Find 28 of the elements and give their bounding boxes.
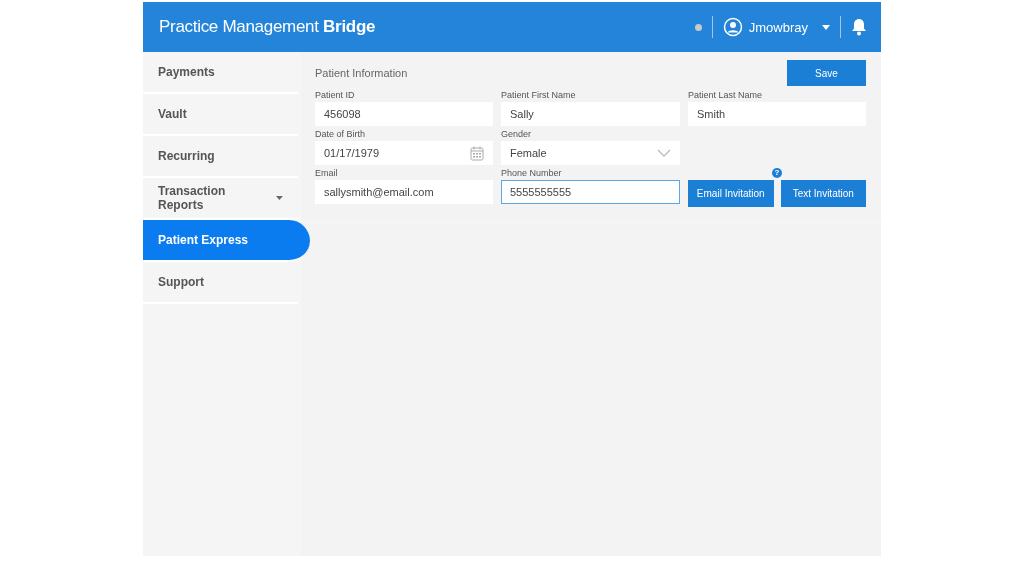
gender-dropdown[interactable]: Female xyxy=(501,141,680,165)
notification-bell-icon[interactable] xyxy=(851,18,867,36)
save-button[interactable]: Save xyxy=(787,60,866,86)
input-field[interactable]: sallysmith@email.com xyxy=(315,180,493,204)
status-dot-icon xyxy=(694,23,702,31)
chevron-down-icon xyxy=(657,149,671,157)
invitation-button[interactable]: Email Invitation xyxy=(688,180,774,207)
calendar-icon[interactable] xyxy=(470,145,484,161)
field-label: Email xyxy=(315,168,339,178)
field-label: Date of Birth xyxy=(315,129,367,139)
field-label: Patient Last Name xyxy=(688,90,764,100)
help-icon[interactable]: ? xyxy=(772,168,782,178)
field-label: Phone Number xyxy=(501,168,563,178)
input-field[interactable]: 5555555555 xyxy=(501,180,680,204)
input-field[interactable]: Sally xyxy=(501,102,680,126)
caret-icon xyxy=(822,24,830,30)
user-avatar-icon xyxy=(722,17,743,37)
invitation-button[interactable]: Text Invitation xyxy=(780,180,866,207)
input-field[interactable]: 01/17/1979 xyxy=(315,141,493,165)
field-label: Patient First Name xyxy=(501,90,577,100)
section-title: Patient Information xyxy=(315,67,408,79)
user-menu[interactable]: Jmowbray xyxy=(722,17,830,37)
input-field[interactable]: 456098 xyxy=(315,102,493,126)
field-label: Patient ID xyxy=(315,90,356,100)
sidebar-item[interactable]: Patient Express xyxy=(143,220,310,262)
field-label: Gender xyxy=(501,129,533,139)
app-logo[interactable]: Practice Management Bridge xyxy=(159,17,376,37)
input-field[interactable]: Smith xyxy=(688,102,866,126)
